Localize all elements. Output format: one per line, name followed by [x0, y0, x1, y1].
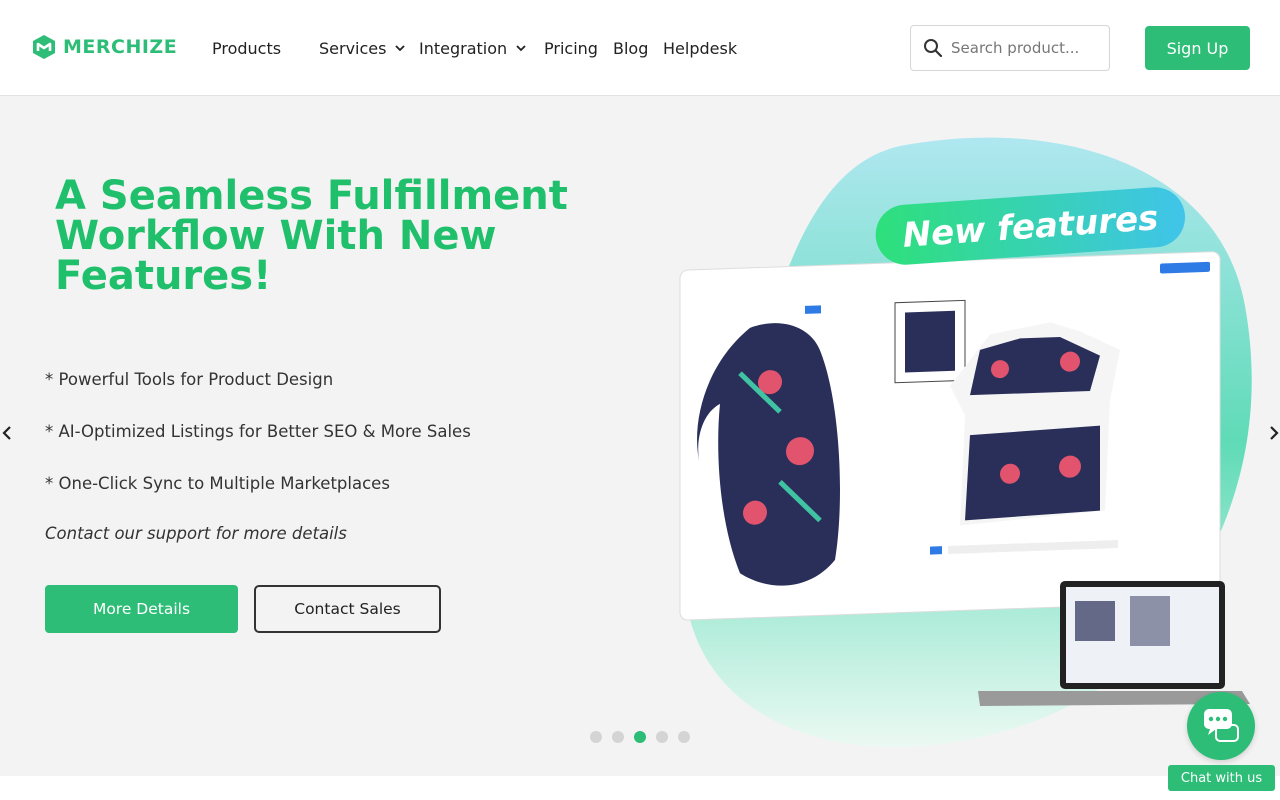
hero-illustration: New features	[679, 137, 1252, 747]
nav-label: Pricing	[544, 38, 598, 58]
hero-bullet: * Powerful Tools for Product Design	[45, 370, 334, 389]
nav-label: Blog	[613, 38, 649, 58]
contact-sales-button[interactable]: Contact Sales	[254, 585, 441, 633]
nav-label: Services	[319, 38, 387, 58]
hero-bullet: * One-Click Sync to Multiple Marketplace…	[45, 474, 390, 493]
nav-blog[interactable]: Blog	[613, 36, 648, 60]
chevron-down-icon	[395, 45, 406, 52]
search-box[interactable]	[910, 25, 1110, 71]
contact-note: Contact our support for more details	[45, 524, 347, 543]
merchize-logo-icon	[33, 35, 55, 59]
chat-button[interactable]	[1187, 692, 1255, 760]
nav-services[interactable]: Services	[319, 36, 406, 60]
sign-up-button[interactable]: Sign Up	[1145, 26, 1250, 70]
hero-bullet: * AI-Optimized Listings for Better SEO &…	[45, 422, 471, 441]
nav-label: Products	[212, 38, 282, 58]
nav-pricing[interactable]: Pricing	[544, 36, 598, 60]
nav-products[interactable]: Products	[212, 36, 281, 60]
carousel-dot[interactable]	[656, 731, 668, 743]
carousel-dot[interactable]	[612, 731, 624, 743]
carousel-dot[interactable]	[590, 731, 602, 743]
carousel-prev-arrow-icon[interactable]	[0, 424, 14, 442]
nav-label: Integration	[419, 38, 508, 58]
chat-icon	[1204, 709, 1239, 742]
carousel-dot[interactable]	[678, 731, 690, 743]
nav-integration[interactable]: Integration	[419, 36, 527, 60]
brand-name: MERCHIZE	[63, 36, 178, 58]
carousel-dots	[590, 731, 690, 743]
brand-logo[interactable]: MERCHIZE	[30, 32, 177, 62]
search-input[interactable]	[951, 39, 1101, 57]
nav-helpdesk[interactable]: Helpdesk	[663, 36, 737, 60]
hero-carousel: A Seamless Fulfillment Workflow With New…	[0, 96, 1280, 776]
hero-title: A Seamless Fulfillment Workflow With New…	[55, 173, 568, 299]
chat-label[interactable]: Chat with us	[1168, 765, 1275, 791]
site-header: MERCHIZE Products Services Integration P…	[0, 0, 1280, 96]
more-details-button[interactable]: More Details	[45, 585, 238, 633]
carousel-dot-active[interactable]	[634, 731, 646, 743]
chevron-down-icon	[516, 45, 526, 52]
editor-screen	[679, 251, 1221, 621]
nav-label: Helpdesk	[663, 38, 738, 58]
search-icon	[924, 39, 943, 58]
